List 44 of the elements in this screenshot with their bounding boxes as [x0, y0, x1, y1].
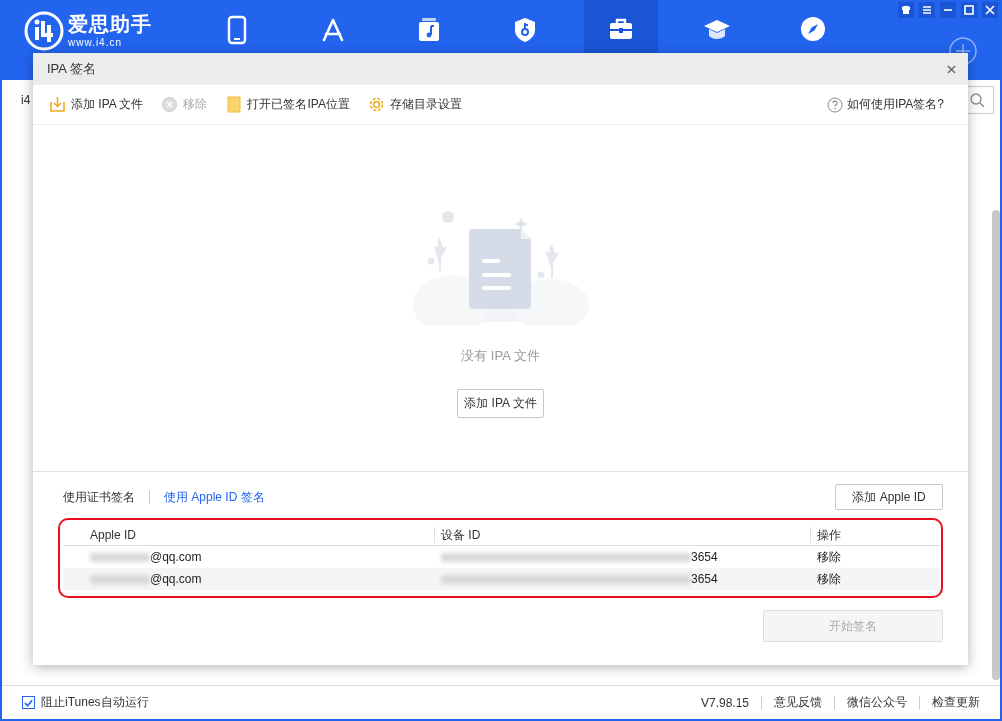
- status-link[interactable]: 检查更新: [932, 694, 980, 711]
- empty-state-text: 没有 IPA 文件: [461, 347, 540, 365]
- sign-mode-tab[interactable]: 使用证书签名: [63, 488, 135, 506]
- add-apple-id-button[interactable]: 添加 Apple ID: [835, 484, 943, 510]
- skin-icon[interactable]: [898, 2, 914, 18]
- remove-link[interactable]: 移除: [817, 548, 841, 566]
- import-icon: [49, 96, 66, 113]
- remove-icon: [161, 96, 179, 113]
- logo-title: 爱思助手: [68, 14, 152, 34]
- toolbar-button[interactable]: 打开已签名IPA位置: [225, 96, 350, 113]
- help-link[interactable]: 如何使用IPA签名?: [826, 96, 944, 113]
- logo-url: www.i4.cn: [68, 37, 123, 48]
- toolbar-button[interactable]: 添加 IPA 文件: [49, 96, 144, 113]
- minimize-icon[interactable]: [940, 2, 956, 18]
- sign-mode-tab[interactable]: 使用 Apple ID 签名: [164, 488, 265, 506]
- status-link[interactable]: 意见反馈: [774, 694, 822, 711]
- checkbox-label: 阻止iTunes自动运行: [41, 694, 149, 711]
- redacted-text: [90, 574, 150, 584]
- status-link[interactable]: 微信公众号: [847, 694, 907, 711]
- device-id-text: 3654: [691, 572, 718, 586]
- dialog-title: IPA 签名: [47, 60, 96, 78]
- device-id-text: 3654: [691, 550, 718, 564]
- email-text: @qq.com: [150, 572, 202, 586]
- column-header: 设备 ID: [435, 526, 811, 543]
- settings-icon: [367, 96, 385, 113]
- page-label: i4: [21, 93, 31, 107]
- remove-link[interactable]: 移除: [817, 570, 841, 588]
- checkbox[interactable]: [22, 696, 35, 709]
- column-header: 操作: [816, 526, 842, 543]
- close-icon[interactable]: [982, 2, 998, 18]
- close-icon[interactable]: [947, 64, 956, 74]
- help-icon: [826, 96, 843, 113]
- menu-icon[interactable]: [919, 2, 935, 18]
- email-text: @qq.com: [150, 550, 202, 564]
- redacted-text: [90, 552, 150, 562]
- search-icon: [968, 92, 985, 108]
- scrollbar[interactable]: [992, 210, 1000, 680]
- column-header: Apple ID: [63, 526, 435, 543]
- maximize-icon[interactable]: [961, 2, 977, 18]
- add-ipa-button[interactable]: 添加 IPA 文件: [457, 389, 544, 418]
- version-text: V7.98.15: [700, 695, 749, 710]
- toolbar-button[interactable]: 存储目录设置: [367, 96, 462, 113]
- logo-icon: [24, 11, 64, 51]
- folder-icon: [225, 96, 243, 113]
